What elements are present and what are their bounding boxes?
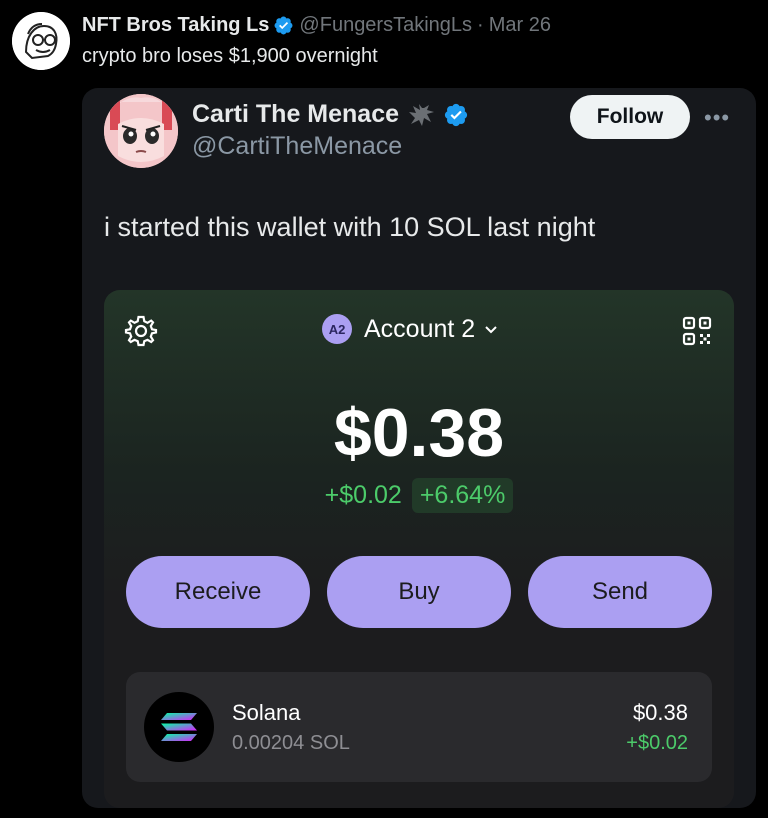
outer-tweet-text: crypto bro loses $1,900 overnight	[82, 45, 378, 67]
follow-button[interactable]: Follow	[570, 95, 690, 139]
send-button[interactable]: Send	[528, 556, 712, 628]
bat-icon	[409, 103, 435, 126]
quoted-tweet-card[interactable]: Carti The Menace @CartiTheMenace Follow …	[82, 88, 756, 808]
quoted-author-avatar[interactable]	[104, 94, 178, 168]
quoted-author-handle[interactable]: @CartiTheMenace	[192, 132, 402, 161]
receive-button[interactable]: Receive	[126, 556, 310, 628]
quoted-author-name[interactable]: Carti The Menace	[192, 100, 399, 129]
more-icon[interactable]: •••	[704, 105, 730, 131]
account-selector[interactable]: A2 Account 2	[322, 314, 499, 344]
balance-change-amount: +$0.02	[324, 481, 402, 509]
balance-change-percent: +6.64%	[411, 478, 514, 513]
wallet-balance: $0.38	[333, 395, 505, 471]
account-badge: A2	[322, 314, 352, 344]
token-row-solana[interactable]: Solana 0.00204 SOL $0.38 +$0.02	[126, 672, 712, 782]
buy-button[interactable]: Buy	[327, 556, 511, 628]
outer-author-name[interactable]: NFT Bros Taking Ls	[82, 14, 269, 37]
verified-badge-icon	[274, 16, 293, 35]
qr-code-icon[interactable]	[682, 316, 712, 346]
quoted-tweet-text: i started this wallet with 10 SOL last n…	[104, 212, 596, 242]
outer-author-handle[interactable]: @FungersTakingLs	[299, 14, 472, 37]
quoted-author-name-row: Carti The Menace	[192, 100, 474, 129]
token-amount: 0.00204 SOL	[232, 732, 350, 754]
gear-icon[interactable]	[124, 314, 158, 348]
balance-change-row: +$0.02 +6.64%	[104, 478, 734, 513]
outer-avatar[interactable]	[12, 12, 70, 70]
chevron-down-icon	[485, 326, 497, 334]
account-label: Account 2	[364, 314, 476, 343]
token-value: $0.38	[632, 700, 688, 725]
verified-badge-icon	[444, 103, 468, 126]
outer-tweet-header: NFT Bros Taking Ls @FungersTakingLs · Ma…	[82, 14, 551, 37]
outer-tweet-date[interactable]: Mar 26	[489, 14, 551, 37]
wallet-screenshot: A2 Account 2 $0.38 +$0.02 +6.64% Receive…	[104, 290, 734, 808]
token-name: Solana	[232, 700, 301, 725]
solana-logo-icon	[144, 692, 214, 762]
separator-dot: ·	[477, 14, 484, 36]
token-change: +$0.02	[626, 732, 688, 754]
